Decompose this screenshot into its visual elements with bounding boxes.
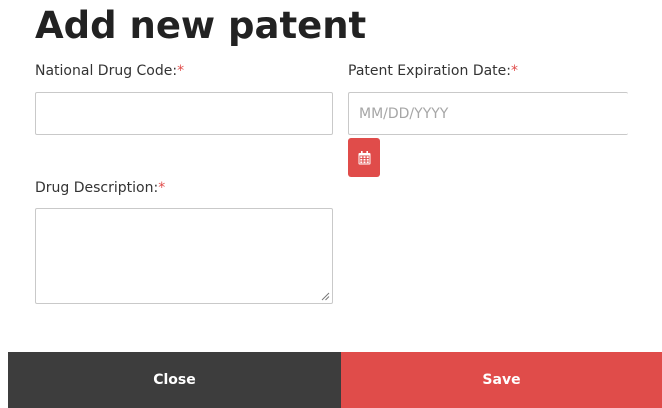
description-label-text: Drug Description: (35, 180, 159, 196)
resize-grip-icon[interactable] (320, 291, 330, 301)
expiration-label-text: Patent Expiration Date: (348, 63, 511, 79)
close-button[interactable]: Close (8, 352, 341, 408)
add-patent-modal: Add new patent National Drug Code:* Pate… (0, 0, 662, 408)
expiration-label: Patent Expiration Date:* (348, 62, 518, 80)
required-marker: * (511, 63, 518, 79)
drug-description-textarea[interactable] (35, 208, 333, 304)
expiration-date-input[interactable] (348, 92, 628, 135)
description-label: Drug Description:* (35, 179, 165, 197)
modal-title: Add new patent (35, 4, 367, 47)
ndc-label: National Drug Code:* (35, 62, 184, 80)
required-marker: * (158, 180, 166, 196)
calendar-icon (358, 150, 370, 164)
required-marker: * (177, 63, 185, 79)
calendar-button[interactable] (348, 138, 380, 177)
national-drug-code-input[interactable] (35, 92, 333, 135)
ndc-label-text: National Drug Code: (35, 63, 178, 79)
save-button[interactable]: Save (341, 352, 662, 408)
modal-footer: Close Save (8, 352, 662, 408)
